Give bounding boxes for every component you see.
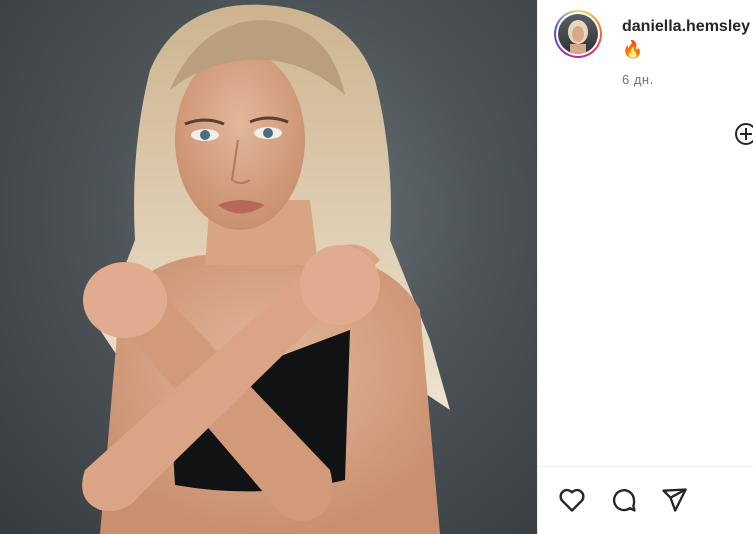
heart-icon[interactable] [558, 486, 586, 514]
caption-emoji: 🔥 [622, 40, 644, 59]
post-timestamp[interactable]: 6 дн. [622, 72, 654, 87]
divider [538, 466, 753, 467]
comment-icon[interactable] [610, 486, 638, 514]
avatar[interactable] [554, 10, 602, 58]
post-side-panel: daniella.hemsley 🔥 6 дн. [537, 0, 753, 534]
post-photo[interactable] [0, 0, 537, 534]
post-photo-illustration [82, 4, 450, 534]
username-link[interactable]: daniella.hemsley [622, 18, 750, 36]
add-circle-icon[interactable] [734, 122, 753, 146]
share-icon[interactable] [660, 486, 688, 514]
avatar-inner [556, 12, 600, 56]
avatar-image [558, 14, 598, 54]
